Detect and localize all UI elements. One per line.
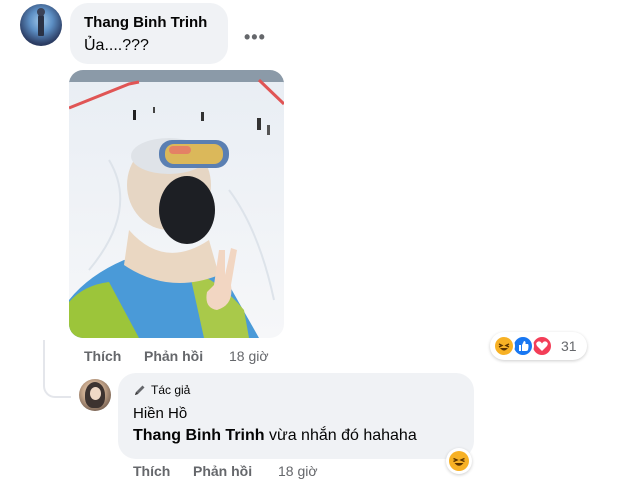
reply-like-action[interactable]: Thích xyxy=(133,463,170,479)
comment-author-name[interactable]: Thang Binh Trinh xyxy=(84,14,207,31)
reply-reaction-badge[interactable] xyxy=(446,448,472,474)
love-icon xyxy=(531,335,553,357)
reply-thread-line xyxy=(43,340,71,398)
haha-icon xyxy=(449,451,469,471)
more-options-icon[interactable]: ••• xyxy=(244,27,266,48)
reply-text: Thang Binh Trinh vừa nhắn đó hahaha xyxy=(133,427,417,445)
commenter-avatar[interactable] xyxy=(20,4,62,46)
comment-text: Ủa....??? xyxy=(84,37,149,54)
reaction-count: 31 xyxy=(561,338,577,354)
pen-icon xyxy=(135,385,145,395)
reply-message: vừa nhắn đó hahaha xyxy=(264,427,417,444)
reactions-summary[interactable]: 31 xyxy=(490,332,587,360)
reply-action[interactable]: Phản hồi xyxy=(144,348,203,364)
comment-photo[interactable] xyxy=(69,70,284,338)
mention-tag[interactable]: Thang Binh Trinh xyxy=(133,427,265,444)
reply-reply-action[interactable]: Phản hồi xyxy=(193,463,252,479)
comment-timestamp[interactable]: 18 giờ xyxy=(229,348,269,364)
reply-author-name[interactable]: Hiền Hồ xyxy=(133,405,187,422)
reply-timestamp[interactable]: 18 giờ xyxy=(278,463,318,479)
like-action[interactable]: Thích xyxy=(84,348,121,364)
haha-icon xyxy=(493,335,515,357)
reply-author-avatar[interactable] xyxy=(79,379,111,411)
like-icon xyxy=(512,335,534,357)
author-badge: Tác giả xyxy=(151,383,191,397)
